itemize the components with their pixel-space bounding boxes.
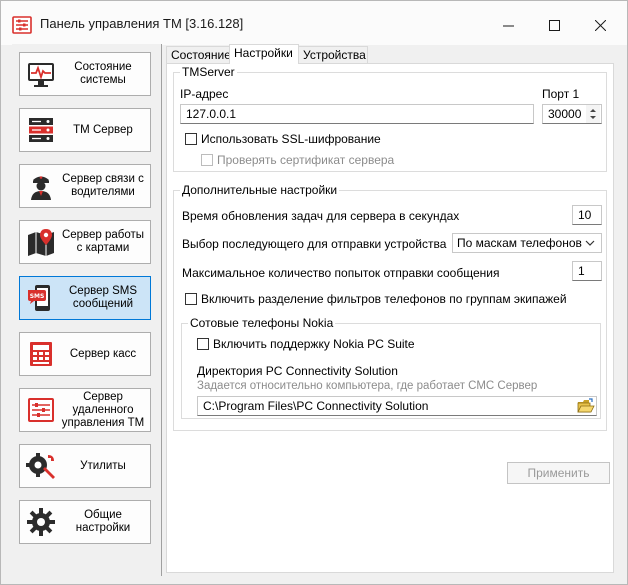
tab-settings[interactable]: Настройки — [229, 44, 299, 64]
driver-icon — [31, 176, 51, 200]
port-input[interactable]: 30000 — [542, 104, 602, 124]
verify-cert-checkbox[interactable] — [201, 154, 213, 166]
nokia-dir-hint: Задается относительно компьютера, где ра… — [197, 380, 538, 392]
nokia-group: Сотовые телефоны Nokia Включить поддержк… — [181, 316, 601, 419]
tools-icon — [26, 453, 55, 479]
minimize-icon — [502, 25, 514, 26]
split-filters-label: Включить разделение фильтров телефонов п… — [201, 292, 567, 306]
verify-cert-label: Проверять сертификат сервера — [217, 153, 395, 167]
app-window: Панель управления TM [3.16.128] Состояни… — [0, 0, 628, 585]
nokia-dir-value: C:\Program Files\PC Connectivity Solutio… — [203, 399, 429, 413]
sidebar-item-sms-server[interactable]: SMS Сервер SMS сообщений — [19, 276, 151, 320]
content-area: Состояние Настройки Устройства TMServer … — [161, 44, 618, 576]
sidebar-item-driver-server[interactable]: Сервер связи с водителями — [19, 164, 151, 208]
sidebar-item-general-settings[interactable]: Общие настройки — [19, 500, 151, 544]
sms-icon: SMS — [28, 285, 50, 311]
chevron-down-icon — [585, 240, 595, 246]
gear-icon — [27, 508, 55, 536]
tmserver-group-title: TMServer — [180, 65, 237, 79]
sidebar: Состояние системы TM Сервер Сервер связи… — [12, 44, 162, 576]
sidebar-item-label: Сервер работы с картами — [61, 229, 145, 254]
refresh-label: Время обновления задач для сервера в сек… — [182, 209, 460, 223]
sidebar-item-label: Утилиты — [80, 459, 126, 472]
max-attempts-label: Максимальное количество попыток отправки… — [182, 266, 500, 280]
cash-register-icon — [30, 342, 52, 366]
sidebar-item-label: Сервер касс — [69, 347, 137, 360]
split-filters-checkbox[interactable] — [185, 293, 197, 305]
map-icon — [28, 229, 54, 256]
minimize-button[interactable] — [485, 9, 531, 41]
close-icon — [594, 19, 606, 31]
sidebar-item-utilities[interactable]: Утилиты — [19, 444, 151, 488]
apply-button[interactable]: Применить — [507, 462, 610, 484]
folder-open-icon[interactable] — [577, 398, 595, 414]
ssl-checkbox[interactable] — [185, 133, 197, 145]
ssl-label: Использовать SSL-шифрование — [201, 132, 381, 146]
maximize-button[interactable] — [531, 9, 577, 41]
server-icon — [29, 118, 53, 142]
sidebar-item-label: TM Сервер — [73, 123, 133, 136]
extra-settings-group: Дополнительные настройки Время обновлени… — [173, 183, 607, 431]
monitor-icon — [28, 63, 54, 87]
remote-control-icon — [28, 398, 54, 422]
tab-devices[interactable]: Устройства — [298, 46, 368, 63]
nokia-enable-label: Включить поддержку Nokia PC Suite — [213, 337, 415, 351]
app-icon — [12, 16, 32, 34]
sidebar-item-label: Состояние системы — [74, 61, 132, 86]
ip-label: IP-адрес — [180, 87, 229, 101]
extra-group-title: Дополнительные настройки — [180, 183, 340, 197]
sidebar-item-map-server[interactable]: Сервер работы с картами — [19, 220, 151, 264]
nokia-group-title: Сотовые телефоны Nokia — [188, 316, 336, 330]
refresh-input[interactable]: 10 — [572, 205, 602, 225]
maximize-icon — [548, 19, 560, 31]
tmserver-group: TMServer IP-адрес 127.0.0.1 Порт 1 30000… — [173, 65, 607, 172]
sidebar-item-label: Сервер удаленного управления TM — [61, 390, 145, 429]
max-attempts-input[interactable]: 1 — [572, 261, 602, 281]
sidebar-item-tm-server[interactable]: TM Сервер — [19, 108, 151, 152]
settings-panel: TMServer IP-адрес 127.0.0.1 Порт 1 30000… — [166, 63, 614, 573]
port-value: 30000 — [548, 107, 582, 121]
next-device-value: По маскам телефонов — [457, 236, 582, 250]
sidebar-item-label: Общие настройки — [75, 509, 131, 534]
sidebar-item-remote-server[interactable]: Сервер удаленного управления TM — [19, 388, 151, 432]
close-button[interactable] — [577, 9, 623, 41]
next-device-select[interactable]: По маскам телефонов — [452, 233, 602, 253]
next-device-label: Выбор последующего для отправки устройст… — [182, 237, 447, 251]
port-spinner[interactable] — [586, 105, 600, 123]
tab-status[interactable]: Состояние — [166, 46, 231, 63]
port-label: Порт 1 — [542, 87, 580, 101]
sidebar-item-label: Сервер связи с водителями — [62, 173, 144, 198]
svg-text:SMS: SMS — [30, 293, 45, 300]
window-title: Панель управления TM [3.16.128] — [40, 16, 244, 31]
sidebar-item-label: Сервер SMS сообщений — [69, 285, 137, 310]
sidebar-item-cash-server[interactable]: Сервер касс — [19, 332, 151, 376]
nokia-dir-input[interactable]: C:\Program Files\PC Connectivity Solutio… — [197, 396, 597, 416]
title-bar: Панель управления TM [3.16.128] — [1, 1, 627, 45]
ip-input[interactable]: 127.0.0.1 — [180, 104, 534, 124]
sidebar-item-system-status[interactable]: Состояние системы — [19, 52, 151, 96]
nokia-enable-checkbox[interactable] — [197, 338, 209, 350]
nokia-dir-label: Директория PC Connectivity Solution — [197, 364, 398, 378]
